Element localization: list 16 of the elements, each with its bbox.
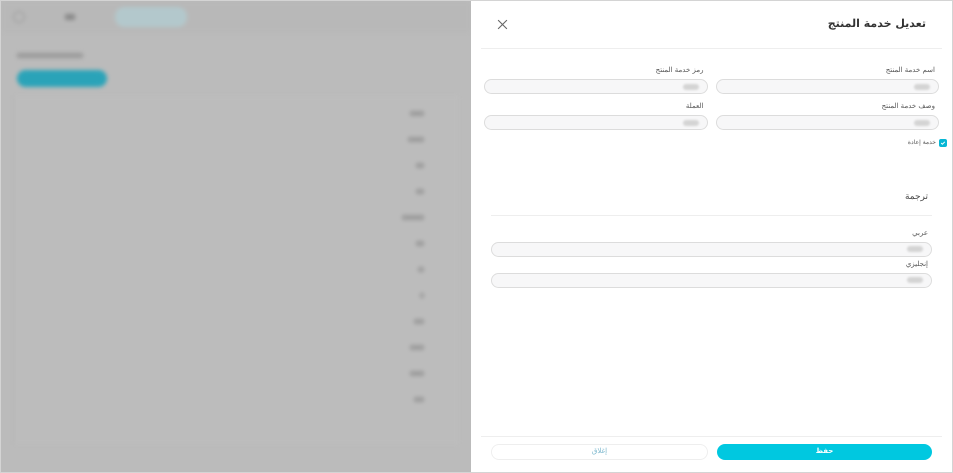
- blurred-value: [682, 84, 698, 90]
- blurred-value: [914, 120, 930, 126]
- blurred-value: [914, 84, 930, 90]
- input-field[interactable]: [491, 242, 932, 256]
- section-title: ترجمة: [491, 191, 932, 216]
- input-field[interactable]: [491, 272, 932, 288]
- input-field[interactable]: [484, 79, 708, 94]
- close-icon[interactable]: [497, 19, 508, 30]
- input-field[interactable]: [716, 115, 939, 130]
- input-field[interactable]: [484, 115, 708, 130]
- blurred-value: [907, 277, 923, 283]
- panel-title: تعديل خدمة المنتج: [828, 16, 926, 32]
- blurred-value: [682, 120, 698, 126]
- blurred-value: [907, 246, 923, 252]
- checkbox[interactable]: [939, 138, 947, 146]
- input-field[interactable]: [716, 79, 939, 94]
